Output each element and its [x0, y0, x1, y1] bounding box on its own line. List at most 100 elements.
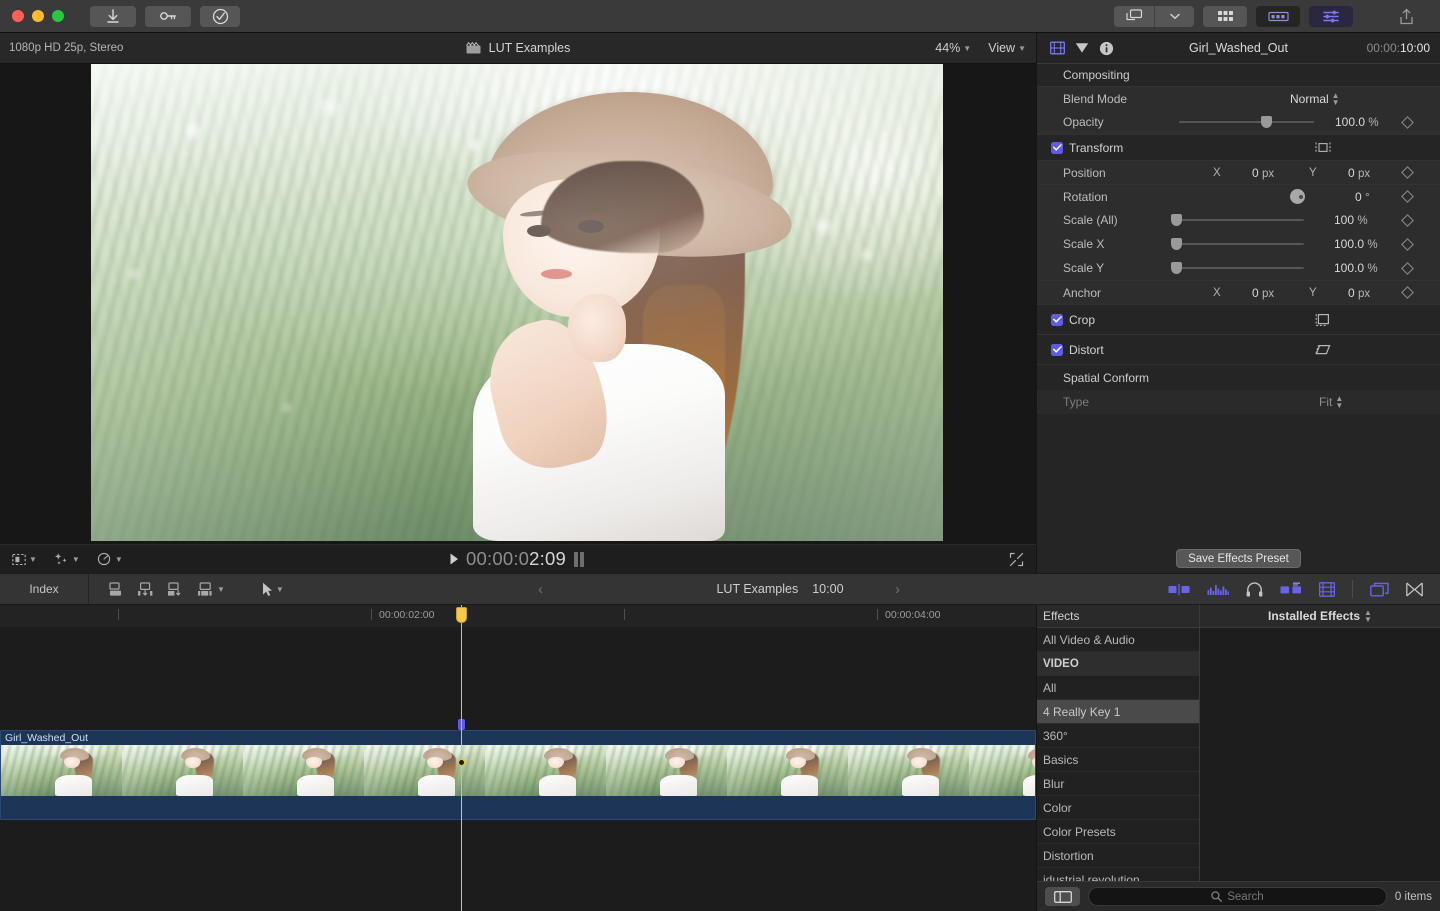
effects-category-list[interactable]: All Video & Audio VIDEO All 4 Really Key… [1037, 628, 1200, 881]
rotation-row[interactable]: Rotation 0 ° [1037, 184, 1440, 208]
color-inspector-tab-icon[interactable] [1075, 42, 1089, 54]
filmstrip-button[interactable] [1319, 581, 1335, 597]
scale-y-row[interactable]: Scale Y 100.0 % [1037, 256, 1440, 280]
zoom-level-popup[interactable]: 44% ▼ [935, 41, 971, 55]
timeline-index-button[interactable]: Index [0, 574, 89, 604]
audio-monitor-button[interactable] [1246, 581, 1263, 597]
position-row[interactable]: Position X 0 px Y 0 px [1037, 160, 1440, 184]
effects-category-item[interactable]: All Video & Audio [1037, 628, 1199, 652]
scale-x-row[interactable]: Scale X 100.0 % [1037, 232, 1440, 256]
connect-clip-button[interactable] [107, 581, 124, 597]
append-clip-button[interactable] [167, 581, 184, 597]
crop-checkbox[interactable] [1051, 313, 1063, 326]
effects-sidebar-toggle-button[interactable] [1045, 887, 1080, 906]
scale-y-field[interactable]: 100.0 % [1334, 261, 1378, 275]
blend-mode-popup[interactable]: Normal ▲ ▼ [1290, 91, 1340, 106]
rotation-field[interactable]: 0 ° [1355, 190, 1370, 204]
effects-enhancement-button[interactable]: ▼ [54, 552, 80, 566]
crop-onscreen-controls-icon[interactable] [1315, 313, 1330, 327]
scale-x-keyframe-button[interactable] [1401, 237, 1414, 251]
scale-x-field[interactable]: 100.0 % [1334, 237, 1378, 251]
history-forward-button[interactable]: › [895, 581, 900, 598]
browser-button[interactable] [1203, 5, 1247, 27]
fullscreen-button[interactable] [1009, 552, 1024, 567]
spatial-conform-type-row[interactable]: Type Fit ▲ ▼ [1037, 390, 1440, 414]
distort-onscreen-controls-icon[interactable] [1315, 343, 1331, 356]
scale-y-slider-track[interactable] [1179, 267, 1304, 269]
save-effects-preset-button[interactable]: Save Effects Preset [1176, 549, 1301, 568]
audio-meters-button[interactable] [1207, 583, 1229, 596]
opacity-row[interactable]: Opacity 100.0 % [1037, 110, 1440, 134]
effects-category-item[interactable]: 360° [1037, 724, 1199, 748]
tools-popup-button[interactable]: ▼ [262, 582, 284, 597]
scale-all-slider-track[interactable] [1179, 219, 1304, 221]
position-x-field[interactable]: 0 px [1252, 166, 1274, 180]
opacity-keyframe-button[interactable] [1401, 115, 1414, 129]
display-options-button[interactable] [1114, 5, 1154, 27]
rotation-dial[interactable] [1290, 189, 1305, 204]
close-window-button[interactable] [12, 10, 24, 22]
effects-category-item[interactable]: Blur [1037, 772, 1199, 796]
distort-group-header[interactable]: Distort [1037, 334, 1440, 364]
scale-x-slider-knob[interactable] [1171, 238, 1182, 250]
effects-category-item[interactable]: Basics [1037, 748, 1199, 772]
audio-meter-mini-icon[interactable] [573, 551, 586, 568]
close-timeline-button[interactable] [1406, 582, 1423, 597]
viewer-overlay-button[interactable]: ▼ [12, 553, 37, 566]
overwrite-clip-button[interactable]: ▼ [197, 581, 225, 597]
crop-group-header[interactable]: Crop [1037, 304, 1440, 334]
scale-all-keyframe-button[interactable] [1401, 213, 1414, 227]
transform-checkbox[interactable] [1051, 141, 1063, 154]
effects-category-item[interactable]: Color Presets [1037, 820, 1199, 844]
opacity-value-group[interactable]: 100.0 % [1335, 115, 1379, 129]
transform-onscreen-controls-icon[interactable] [1315, 141, 1331, 154]
effects-search-input[interactable]: Search [1088, 887, 1387, 906]
background-tasks-button[interactable] [200, 5, 240, 27]
timeline-ruler[interactable]: 00:00:02:00 00:00:04:00 [0, 605, 1036, 627]
view-menu-popup[interactable]: View ▼ [988, 41, 1026, 55]
opacity-slider-knob[interactable] [1261, 116, 1272, 128]
timeline-body[interactable]: Girl_Washed_Out [0, 627, 1036, 911]
scale-x-slider-track[interactable] [1179, 243, 1304, 245]
scale-y-keyframe-button[interactable] [1401, 261, 1414, 275]
installed-effects-popup[interactable]: Installed Effects ▲ ▼ [1200, 605, 1440, 627]
blend-mode-row[interactable]: Blend Mode Normal ▲ ▼ [1037, 86, 1440, 110]
effects-results-grid[interactable] [1200, 628, 1440, 881]
position-keyframe-button[interactable] [1401, 166, 1414, 179]
anchor-row[interactable]: Anchor X 0 px Y 0 px [1037, 280, 1440, 304]
anchor-y-field[interactable]: 0 px [1348, 286, 1370, 300]
share-button[interactable] [1384, 6, 1428, 27]
opacity-slider-track[interactable] [1179, 121, 1314, 123]
clip-appearance-button[interactable] [1168, 583, 1190, 596]
zoom-window-button[interactable] [52, 10, 64, 22]
effects-category-item-selected[interactable]: 4 Really Key 1 [1037, 700, 1199, 724]
clip-skimming-button[interactable] [1280, 582, 1302, 596]
scale-y-slider-knob[interactable] [1171, 262, 1182, 274]
inspector-button[interactable] [1309, 5, 1353, 27]
effects-category-item[interactable]: idustrial revolution [1037, 868, 1199, 882]
keywords-button[interactable] [145, 5, 191, 27]
timeline-appearance-button[interactable] [1370, 582, 1389, 597]
scale-all-field[interactable]: 100 % [1334, 213, 1368, 227]
history-back-button[interactable]: ‹ [538, 581, 543, 598]
timeline-clip-girl-washed-out[interactable]: Girl_Washed_Out [0, 730, 1036, 820]
retime-button[interactable]: ▼ [97, 552, 123, 566]
spatial-conform-type-popup[interactable]: Fit ▲ ▼ [1319, 395, 1343, 410]
scale-all-row[interactable]: Scale (All) 100 % [1037, 208, 1440, 232]
transform-group-header[interactable]: Transform [1037, 134, 1440, 160]
effects-category-item[interactable]: All [1037, 676, 1199, 700]
scale-all-slider-knob[interactable] [1171, 214, 1182, 226]
rotation-keyframe-button[interactable] [1401, 190, 1414, 203]
position-y-field[interactable]: 0 px [1348, 166, 1370, 180]
timeline-button[interactable] [1256, 5, 1300, 27]
display-options-chevron[interactable] [1154, 5, 1194, 27]
anchor-keyframe-button[interactable] [1401, 286, 1414, 299]
timeline-playhead[interactable] [456, 605, 467, 911]
info-inspector-tab-icon[interactable] [1099, 41, 1114, 56]
import-media-button[interactable] [90, 5, 136, 27]
distort-checkbox[interactable] [1051, 343, 1063, 356]
effects-category-item[interactable]: Distortion [1037, 844, 1199, 868]
effects-category-item[interactable]: Color [1037, 796, 1199, 820]
viewer-canvas[interactable] [91, 64, 943, 541]
timeline-area[interactable]: 00:00:02:00 00:00:04:00 Girl_Washed_Out [0, 605, 1036, 911]
